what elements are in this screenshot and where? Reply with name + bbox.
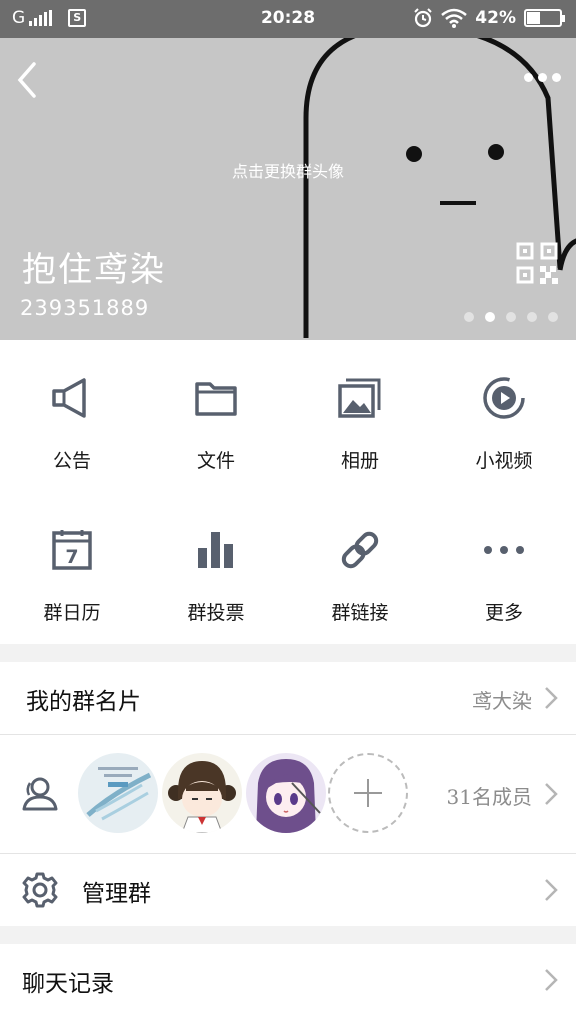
feature-label: 更多 <box>484 602 523 624</box>
feature-calendar[interactable]: 7 群日历 <box>0 492 144 644</box>
calendar-day: 7 <box>65 546 78 568</box>
group-name: 抱住鸢染 <box>22 250 166 290</box>
manage-group-title: 管理群 <box>82 881 151 907</box>
feature-label: 公告 <box>52 450 91 472</box>
add-member-button[interactable] <box>328 753 408 833</box>
feature-label: 群链接 <box>331 602 389 624</box>
feature-label: 小视频 <box>475 450 533 472</box>
feature-album[interactable]: 相册 <box>288 340 432 492</box>
feature-vote[interactable]: 群投票 <box>144 492 288 644</box>
alarm-icon <box>414 8 433 28</box>
gear-icon <box>22 872 58 908</box>
calendar-icon: 7 <box>52 530 92 570</box>
chevron-right-icon <box>545 879 558 901</box>
feature-label: 文件 <box>196 450 235 472</box>
member-avatar[interactable] <box>162 753 242 833</box>
video-play-icon <box>483 377 525 419</box>
page-dot <box>506 312 516 322</box>
link-icon <box>341 531 379 569</box>
more-dots-icon <box>484 546 524 554</box>
member-count: 31名成员 <box>446 785 532 809</box>
bar-chart-icon <box>198 532 233 568</box>
page-dot <box>527 312 537 322</box>
megaphone-icon <box>52 378 86 418</box>
more-dot-icon <box>538 72 547 82</box>
group-id: 239351889 <box>20 296 150 320</box>
member-avatar[interactable] <box>246 753 326 833</box>
more-options-button[interactable] <box>524 68 562 86</box>
feature-more[interactable]: 更多 <box>432 492 576 644</box>
battery-icon <box>524 9 565 27</box>
more-dot-icon <box>524 72 533 82</box>
feature-grid: 公告 文件 相册 小视频 7 群日历 群投票 群链接 更多 <box>0 340 576 644</box>
qr-code-icon[interactable] <box>516 242 558 284</box>
page-dot <box>464 312 474 322</box>
my-group-card-row[interactable]: 我的群名片 鸢大染 <box>0 662 576 734</box>
album-icon <box>338 378 381 418</box>
feature-short-video[interactable]: 小视频 <box>432 340 576 492</box>
folder-icon <box>195 382 237 416</box>
chevron-right-icon <box>545 783 558 805</box>
page-indicator <box>464 312 558 322</box>
members-row[interactable]: 31名成员 <box>0 735 576 853</box>
feature-label: 群投票 <box>187 602 245 624</box>
my-card-title: 我的群名片 <box>26 689 141 715</box>
chevron-right-icon <box>545 687 558 709</box>
chat-history-row[interactable]: 聊天记录 <box>0 944 576 1024</box>
status-right: 42% <box>413 8 565 28</box>
my-card-value: 鸢大染 <box>472 689 532 713</box>
members-icon <box>22 777 58 811</box>
more-dot-icon <box>552 72 561 82</box>
feature-link[interactable]: 群链接 <box>288 492 432 644</box>
member-avatar[interactable] <box>78 753 158 833</box>
status-bar: G S 20:28 42% <box>0 0 576 38</box>
chevron-right-icon <box>545 969 558 991</box>
back-button[interactable] <box>12 60 48 100</box>
feature-files[interactable]: 文件 <box>144 340 288 492</box>
feature-announcement[interactable]: 公告 <box>0 340 144 492</box>
battery-fill <box>527 12 541 24</box>
battery-percent: 42% <box>475 8 516 28</box>
manage-group-row[interactable]: 管理群 <box>0 854 576 926</box>
page-dot <box>548 312 558 322</box>
group-header[interactable]: 点击更换群头像 抱住鸢染 239351889 <box>0 38 576 340</box>
group-profile-page: G S 20:28 42% 点击更换群头像 抱住鸢染 239351889 公告 … <box>0 0 576 1024</box>
wifi-icon <box>441 8 468 28</box>
page-dot <box>485 312 495 322</box>
feature-label: 相册 <box>340 450 379 472</box>
chat-history-title: 聊天记录 <box>22 971 114 997</box>
feature-label: 群日历 <box>43 602 101 624</box>
change-avatar-hint[interactable]: 点击更换群头像 <box>0 158 576 182</box>
